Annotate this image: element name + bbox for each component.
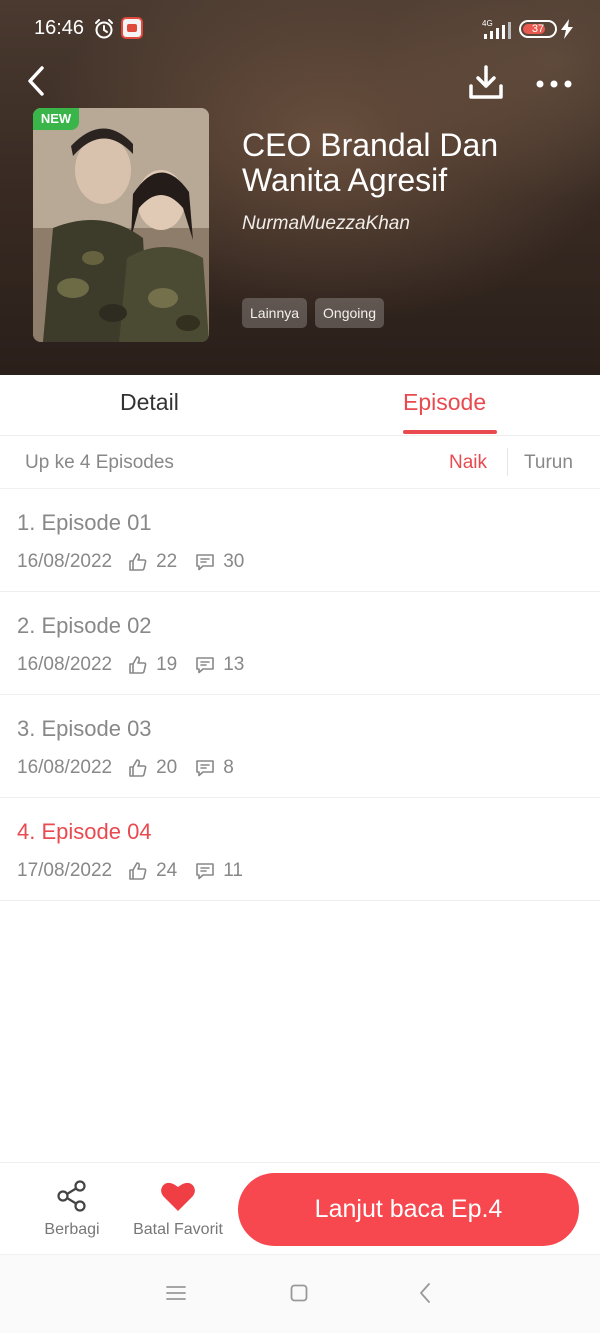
more-dots-icon[interactable]: [534, 70, 574, 98]
comment-icon: [196, 760, 215, 777]
episode-date: 16/08/2022: [17, 757, 113, 778]
thumbs-up-icon: [129, 862, 147, 880]
tag-list: Lainnya Ongoing: [242, 298, 384, 328]
share-label: Berbagi: [44, 1221, 100, 1238]
sort-divider: [507, 448, 508, 476]
episode-likes: 22: [156, 551, 178, 572]
unfavorite-button[interactable]: Batal Favorit: [128, 1178, 228, 1244]
episode-item[interactable]: 3. Episode 03 16/08/2022 20 8: [0, 695, 600, 798]
episode-likes: 24: [156, 860, 178, 881]
episode-title: 1. Episode 01: [17, 510, 152, 535]
battery-level: 37: [531, 23, 545, 35]
sort-descending-button[interactable]: Turun: [524, 452, 573, 474]
episode-meta: 16/08/2022 19 13: [17, 654, 244, 676]
new-badge: NEW: [33, 108, 79, 130]
thumbs-up-icon: [129, 759, 147, 777]
episode-count-label: Up ke 4 Episodes: [25, 452, 174, 473]
comment-icon: [196, 554, 215, 571]
tab-episode[interactable]: Episode: [403, 389, 486, 416]
bottom-action-bar: Berbagi Batal Favorit Lanjut baca Ep.4: [0, 1162, 600, 1254]
home-square-icon[interactable]: [290, 1284, 308, 1302]
sort-ascending-button[interactable]: Naik: [449, 452, 487, 474]
status-bar: 16:46 4G 37: [0, 0, 600, 58]
book-cover[interactable]: NEW: [33, 108, 209, 342]
system-back-icon[interactable]: [418, 1282, 432, 1304]
episode-likes: 20: [156, 757, 178, 778]
episode-title: 2. Episode 02: [17, 613, 152, 638]
episode-likes: 19: [156, 654, 178, 675]
share-icon: [57, 1180, 86, 1212]
episode-comments: 11: [223, 860, 243, 881]
continue-reading-button[interactable]: Lanjut baca Ep.4: [238, 1173, 579, 1246]
episode-comments: 13: [223, 654, 245, 675]
download-icon[interactable]: [466, 64, 506, 102]
episode-date: 16/08/2022: [17, 551, 113, 572]
tab-bar: Detail Episode: [0, 375, 600, 436]
book-author[interactable]: NurmaMuezzaKhan: [242, 213, 410, 235]
episode-title: 4. Episode 04: [17, 819, 152, 844]
episode-meta: 17/08/2022 24 11: [17, 860, 243, 882]
alarm-clock-icon: [95, 19, 113, 39]
episode-date: 17/08/2022: [17, 860, 113, 881]
episode-item[interactable]: 2. Episode 02 16/08/2022 19 13: [0, 592, 600, 695]
cover-artwork: [33, 108, 209, 342]
episode-comments: 8: [223, 757, 234, 778]
thumbs-up-icon: [129, 553, 147, 571]
active-tab-indicator: [403, 430, 497, 434]
book-title: CEO Brandal Dan Wanita Agresif: [242, 127, 499, 198]
battery-indicator: 37: [519, 20, 557, 38]
tag-status[interactable]: Ongoing: [315, 298, 384, 328]
share-button[interactable]: Berbagi: [36, 1178, 108, 1244]
comment-icon: [196, 657, 215, 674]
system-navigation-bar: [0, 1254, 600, 1333]
unfavorite-label: Batal Favorit: [133, 1221, 223, 1238]
episode-comments: 30: [223, 551, 245, 572]
comment-icon: [196, 863, 215, 880]
network-type-label: 4G: [482, 19, 493, 28]
menu-icon[interactable]: [165, 1283, 187, 1303]
episode-meta: 16/08/2022 22 30: [17, 551, 244, 573]
thumbs-up-icon: [129, 656, 147, 674]
episode-item[interactable]: 1. Episode 01 16/08/2022 22 30: [0, 489, 600, 592]
episode-title: 3. Episode 03: [17, 716, 152, 741]
back-icon[interactable]: [22, 64, 52, 98]
lightning-bolt-icon: [561, 19, 573, 39]
episode-sort-bar: Up ke 4 Episodes Naik Turun: [0, 436, 600, 489]
episode-meta: 16/08/2022 20 8: [17, 757, 234, 779]
episode-date: 16/08/2022: [17, 654, 113, 675]
tag-genre[interactable]: Lainnya: [242, 298, 308, 328]
tab-detail[interactable]: Detail: [120, 389, 179, 416]
episode-item-current[interactable]: 4. Episode 04 17/08/2022 24 11: [0, 798, 600, 901]
app-notification-icon: [121, 17, 143, 39]
book-header: 16:46 4G 37 NEW CEO Brandal Dan Wanita A…: [0, 0, 600, 375]
heart-icon: [161, 1182, 195, 1211]
signal-strength-icon: 4G: [482, 19, 511, 39]
status-time: 16:46: [34, 17, 85, 39]
